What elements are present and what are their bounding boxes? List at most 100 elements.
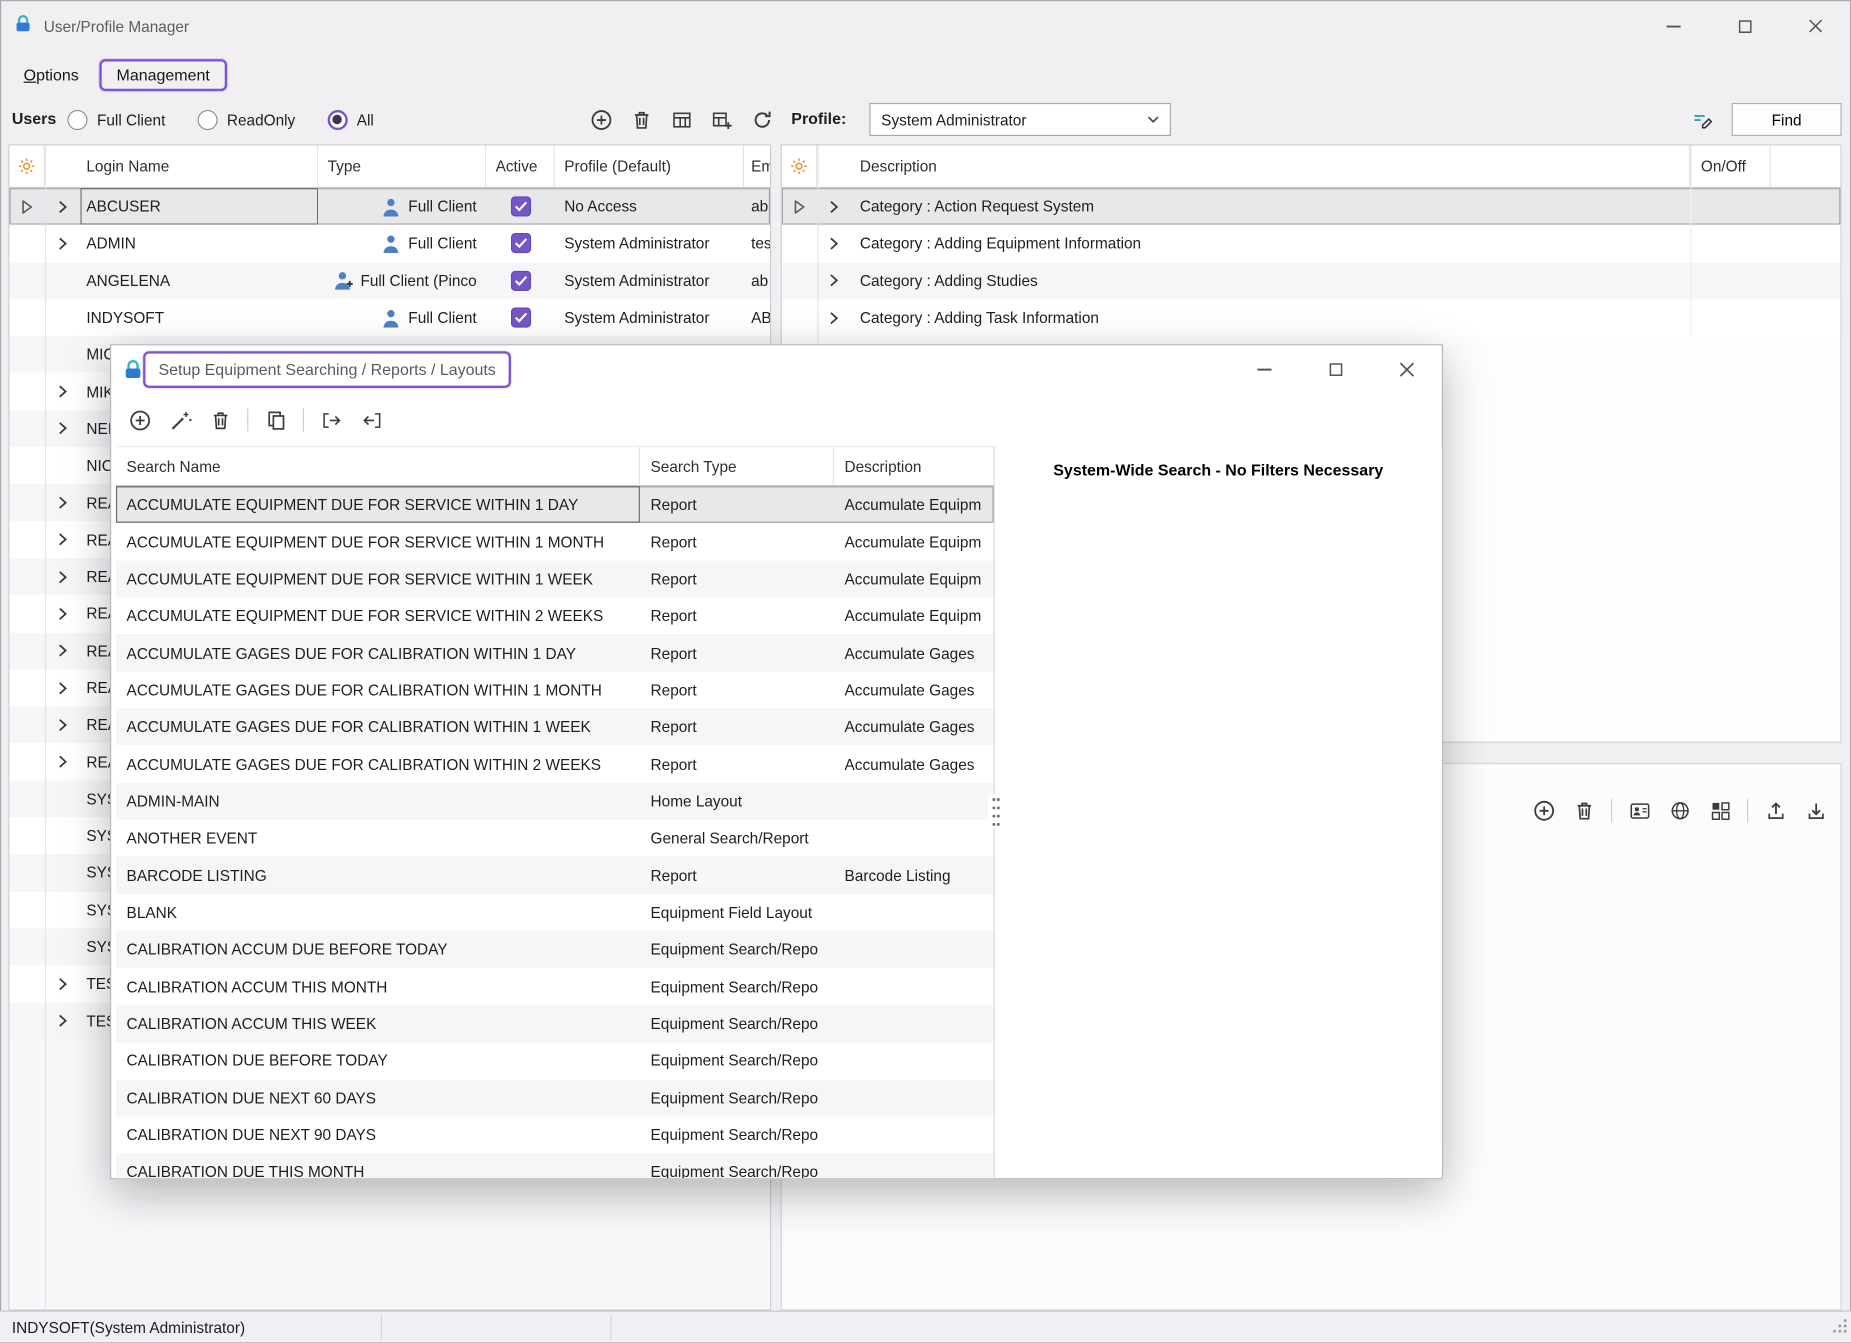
search-row[interactable]: ACCUMULATE GAGES DUE FOR CALIBRATION WIT… <box>116 746 994 783</box>
row-expand-chevron[interactable] <box>45 965 80 1002</box>
search-row[interactable]: ACCUMULATE EQUIPMENT DUE FOR SERVICE WIT… <box>116 597 994 634</box>
row-expand-chevron[interactable] <box>45 632 80 669</box>
maximize-button[interactable] <box>1709 0 1780 52</box>
column-header-onoff[interactable]: On/Off <box>1690 145 1770 186</box>
user-row[interactable]: INDYSOFTFull ClientSystem AdministratorA… <box>9 299 770 336</box>
row-expand-chevron[interactable] <box>45 743 80 780</box>
user-row[interactable]: ANGELENAFull Client (PincoSystem Adminis… <box>9 262 770 299</box>
column-header-description[interactable]: Description <box>850 145 1690 186</box>
row-expand-chevron[interactable] <box>817 262 850 299</box>
add-icon[interactable] <box>127 407 153 433</box>
edit-filter-icon[interactable] <box>1689 106 1715 132</box>
search-row[interactable]: BLANKEquipment Field Layout <box>116 894 994 931</box>
radio-all[interactable]: All <box>327 109 374 129</box>
column-header-search-type[interactable]: Search Type <box>640 447 834 485</box>
active-checkbox[interactable] <box>510 197 530 217</box>
copy-icon[interactable] <box>263 407 289 433</box>
row-expand-chevron[interactable] <box>817 225 850 262</box>
active-checkbox[interactable] <box>510 234 530 254</box>
menu-options[interactable]: Options <box>12 61 91 88</box>
column-header-active[interactable]: Active <box>486 145 555 186</box>
upload-icon[interactable] <box>1762 797 1788 823</box>
profile-category-row[interactable]: Category : Adding Studies <box>782 262 1841 299</box>
search-row[interactable]: CALIBRATION ACCUM THIS MONTHEquipment Se… <box>116 968 994 1005</box>
dialog-minimize-button[interactable] <box>1229 345 1300 393</box>
profile-category-row[interactable]: Category : Adding Task Information <box>782 299 1841 336</box>
delete-icon[interactable] <box>628 106 654 132</box>
profile-category-row[interactable]: Category : Action Request System <box>782 188 1841 225</box>
row-expand-chevron[interactable] <box>45 706 80 743</box>
minimize-button[interactable] <box>1638 0 1709 52</box>
splitter-handle[interactable] <box>988 795 1003 828</box>
find-button[interactable]: Find <box>1732 103 1842 136</box>
search-row[interactable]: ACCUMULATE EQUIPMENT DUE FOR SERVICE WIT… <box>116 560 994 597</box>
download-icon[interactable] <box>1803 797 1829 823</box>
search-row[interactable]: BARCODE LISTINGReportBarcode Listing <box>116 857 994 894</box>
resize-grip[interactable] <box>1832 1318 1847 1339</box>
add-icon[interactable] <box>1531 797 1557 823</box>
active-checkbox[interactable] <box>510 271 530 291</box>
grid-options-sun-icon[interactable] <box>782 145 817 186</box>
search-row[interactable]: ANOTHER EVENTGeneral Search/Report <box>116 820 994 857</box>
dialog-window-controls <box>1229 345 1442 393</box>
active-checkbox[interactable] <box>510 308 530 328</box>
wand-icon[interactable] <box>167 407 193 433</box>
setup-search-dialog: Setup Equipment Searching / Reports / La… <box>110 344 1443 1179</box>
search-detail-text: System-Wide Search - No Filters Necessar… <box>995 461 1442 479</box>
user-row[interactable]: ADMINFull ClientSystem Administratortes <box>9 225 770 262</box>
dialog-close-button[interactable] <box>1371 345 1442 393</box>
close-button[interactable] <box>1780 0 1851 52</box>
column-header-login-name[interactable]: Login Name <box>80 145 318 186</box>
refresh-icon[interactable] <box>749 106 775 132</box>
layers-icon[interactable] <box>1707 797 1733 823</box>
search-row[interactable]: CALIBRATION DUE BEFORE TODAYEquipment Se… <box>116 1042 994 1079</box>
search-row[interactable]: CALIBRATION DUE THIS MONTHEquipment Sear… <box>116 1153 994 1178</box>
user-row[interactable]: ABCUSERFull ClientNo Accessab <box>9 188 770 225</box>
table-add-icon[interactable] <box>708 106 734 132</box>
column-header-description[interactable]: Description <box>834 447 995 485</box>
search-row[interactable]: ACCUMULATE GAGES DUE FOR CALIBRATION WIT… <box>116 671 994 708</box>
radio-label: ReadOnly <box>227 111 295 129</box>
column-header-search-name[interactable]: Search Name <box>116 447 640 485</box>
row-expand-chevron[interactable] <box>817 188 850 225</box>
column-header-email[interactable]: Email <box>744 145 771 186</box>
search-row[interactable]: CALIBRATION DUE NEXT 90 DAYSEquipment Se… <box>116 1116 994 1153</box>
row-expand-chevron[interactable] <box>45 595 80 632</box>
search-row[interactable]: ACCUMULATE GAGES DUE FOR CALIBRATION WIT… <box>116 634 994 671</box>
row-expand-chevron[interactable] <box>45 225 80 262</box>
search-row[interactable]: CALIBRATION ACCUM THIS WEEKEquipment Sea… <box>116 1005 994 1042</box>
globe-icon[interactable] <box>1667 797 1693 823</box>
profile-category-row[interactable]: Category : Adding Equipment Information <box>782 225 1841 262</box>
column-header-profile[interactable]: Profile (Default) <box>555 145 744 186</box>
radio-readonly[interactable]: ReadOnly <box>197 109 295 129</box>
row-expand-chevron[interactable] <box>45 1002 80 1039</box>
menu-management[interactable]: Management <box>99 59 228 91</box>
dialog-maximize-button[interactable] <box>1300 345 1371 393</box>
profile-select[interactable]: System Administrator <box>869 103 1171 136</box>
grid-options-sun-icon[interactable] <box>9 145 44 186</box>
row-expand-chevron[interactable] <box>45 521 80 558</box>
row-expand-chevron[interactable] <box>45 484 80 521</box>
tray-out-icon[interactable] <box>318 407 344 433</box>
row-expand-chevron[interactable] <box>45 669 80 706</box>
row-expand-chevron[interactable] <box>817 299 850 336</box>
search-row[interactable]: ADMIN-MAINHome Layout <box>116 783 994 820</box>
table-icon[interactable] <box>668 106 694 132</box>
row-expand-chevron[interactable] <box>45 188 80 225</box>
search-row[interactable]: ACCUMULATE EQUIPMENT DUE FOR SERVICE WIT… <box>116 523 994 560</box>
add-icon[interactable] <box>588 106 614 132</box>
row-expand-chevron[interactable] <box>45 410 80 447</box>
search-row[interactable]: CALIBRATION DUE NEXT 60 DAYSEquipment Se… <box>116 1079 994 1116</box>
row-expand-chevron[interactable] <box>45 558 80 595</box>
tray-in-icon[interactable] <box>358 407 384 433</box>
row-expand-chevron[interactable] <box>45 373 80 410</box>
search-row[interactable]: ACCUMULATE GAGES DUE FOR CALIBRATION WIT… <box>116 709 994 746</box>
column-header-type[interactable]: Type <box>318 145 486 186</box>
radio-full-client[interactable]: Full Client <box>67 109 165 129</box>
search-row[interactable]: CALIBRATION ACCUM DUE BEFORE TODAYEquipm… <box>116 931 994 968</box>
search-row[interactable]: ACCUMULATE EQUIPMENT DUE FOR SERVICE WIT… <box>116 486 994 523</box>
delete-icon[interactable] <box>207 407 233 433</box>
person-card-icon[interactable] <box>1626 797 1652 823</box>
delete-icon[interactable] <box>1571 797 1597 823</box>
current-row-marker <box>782 299 817 336</box>
